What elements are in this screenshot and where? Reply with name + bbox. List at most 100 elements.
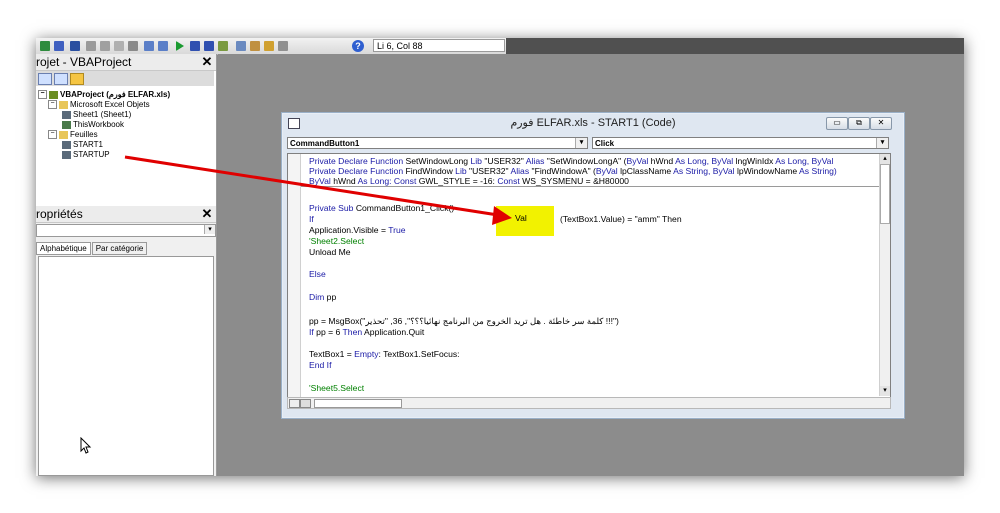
close-button[interactable]: ✕: [870, 117, 892, 130]
run-icon[interactable]: [176, 41, 184, 51]
vertical-scrollbar[interactable]: ▴ ▾: [879, 154, 890, 396]
code-line: (TextBox1.Value) = "amm" Then: [560, 214, 682, 224]
code-line: Dim pp: [309, 292, 336, 302]
view-object-icon[interactable]: [54, 73, 68, 85]
collapse-icon[interactable]: −: [38, 90, 47, 100]
design-mode-icon[interactable]: [218, 41, 228, 51]
insert-userform-icon[interactable]: [54, 41, 64, 51]
close-icon[interactable]: ✕: [201, 207, 213, 220]
tab-par-categorie[interactable]: Par catégorie: [91, 242, 148, 255]
redo-icon[interactable]: [158, 41, 168, 51]
object-combo-value: CommandButton1: [290, 139, 360, 148]
procedure-view-icon[interactable]: [289, 399, 300, 408]
collapse-icon[interactable]: −: [48, 130, 57, 140]
view-code-icon[interactable]: [38, 73, 52, 85]
find-icon[interactable]: [128, 41, 138, 51]
code-text: WS_SYSMENU = &H80000: [519, 176, 629, 186]
keyword: Empty: [354, 349, 379, 359]
chevron-down-icon[interactable]: ▾: [575, 138, 587, 148]
folder-icon: [59, 100, 68, 109]
tree-item-sheet1[interactable]: Sheet1 (Sheet1): [62, 110, 131, 120]
copy-icon[interactable]: [100, 41, 110, 51]
code-line: ByVal hWnd As Long: Const GWL_STYLE = -1…: [309, 176, 629, 186]
project-explorer-icon[interactable]: [236, 41, 246, 51]
collapse-icon[interactable]: −: [48, 100, 57, 110]
worksheet-icon: [62, 110, 71, 119]
scroll-down-icon[interactable]: ▾: [880, 386, 890, 396]
project-panel-toolbar: [36, 71, 214, 86]
keyword: Dim: [309, 292, 325, 302]
keyword: Private Sub: [309, 203, 354, 213]
object-combo[interactable]: CommandButton1 ▾: [287, 137, 588, 149]
highlighted-code-text: Val: [515, 213, 527, 223]
toggle-folders-icon[interactable]: [70, 73, 84, 85]
keyword: Lib: [455, 166, 467, 176]
tree-item-startup[interactable]: STARTUP: [62, 150, 110, 160]
tree-item-vbaproject[interactable]: − VBAProject (فورم ELFAR.xls): [38, 90, 170, 100]
restore-button[interactable]: ⧉: [848, 117, 870, 130]
code-line: Private Declare Function SetWindowLong L…: [309, 156, 833, 166]
keyword: Lib: [470, 156, 482, 166]
cut-icon[interactable]: [86, 41, 96, 51]
horizontal-scrollbar[interactable]: [287, 397, 891, 409]
toolbox-icon[interactable]: [278, 41, 288, 51]
toolbar-background-strip: [506, 38, 964, 54]
keyword: ByVal: [309, 176, 331, 186]
scroll-thumb[interactable]: [314, 399, 402, 408]
cursor-position-readout: Li 6, Col 88: [373, 39, 505, 52]
code-margin: [288, 154, 301, 397]
keyword: ByVal: [595, 166, 618, 176]
tree-item-excel-objects[interactable]: − Microsoft Excel Objets: [48, 100, 150, 110]
userform-icon: [62, 150, 71, 159]
close-icon[interactable]: ✕: [201, 55, 213, 68]
minimize-button[interactable]: ▭: [826, 117, 848, 130]
keyword: As Long, ByVal: [775, 156, 834, 166]
tree-item-label: VBAProject (فورم ELFAR.xls): [60, 90, 171, 99]
keyword: As String, ByVal: [673, 166, 735, 176]
reset-icon[interactable]: [204, 41, 214, 51]
chevron-down-icon[interactable]: ▾: [876, 138, 888, 148]
keyword: Private Declare Function: [309, 156, 404, 166]
code-line: Private Sub CommandButton1_Click(): [309, 203, 454, 213]
procedure-combo[interactable]: Click ▾: [592, 137, 889, 149]
folder-icon: [59, 130, 68, 139]
keyword: As String): [799, 166, 837, 176]
full-module-view-icon[interactable]: [300, 399, 311, 408]
scroll-thumb[interactable]: [880, 164, 890, 224]
undo-icon[interactable]: [144, 41, 154, 51]
paste-icon[interactable]: [114, 41, 124, 51]
project-explorer-panel: rojet - VBAProject ✕ − VBAProject (فورم E…: [36, 54, 217, 206]
scroll-up-icon[interactable]: ▴: [880, 154, 890, 164]
properties-tabs: Alphabétique Par catégorie: [36, 242, 148, 255]
code-line: If pp = 6 Then Application.Quit: [309, 327, 424, 337]
tree-item-feuilles[interactable]: − Feuilles: [48, 130, 98, 140]
standard-toolbar: ? Li 6, Col 88: [36, 38, 964, 55]
properties-grid[interactable]: [38, 256, 214, 476]
object-browser-icon[interactable]: [264, 41, 274, 51]
properties-window-icon[interactable]: [250, 41, 260, 51]
tree-item-thisworkbook[interactable]: ThisWorkbook: [62, 120, 124, 130]
code-text: lngWinIdx: [733, 156, 776, 166]
save-icon[interactable]: [70, 41, 80, 51]
code-editor[interactable]: Private Declare Function SetWindowLong L…: [287, 153, 891, 398]
help-icon[interactable]: ?: [352, 40, 364, 52]
code-line: pp = MsgBox("كلمة سر خاطئة . هل تريد الخ…: [309, 316, 619, 326]
break-icon[interactable]: [190, 41, 200, 51]
object-selector-combo[interactable]: ▾: [36, 224, 216, 237]
code-text: pp = 6: [313, 327, 343, 337]
code-window: فورم ELFAR.xls - START1 (Code) ▭ ⧉ ✕ Com…: [281, 112, 905, 419]
keyword: Private Declare Function: [309, 166, 404, 176]
tab-alphabetique[interactable]: Alphabétique: [36, 242, 91, 255]
tree-item-label: STARTUP: [73, 150, 110, 159]
chevron-down-icon[interactable]: ▾: [204, 225, 215, 234]
code-line: Unload Me: [309, 247, 351, 257]
code-text: "SetWindowLongA" (: [544, 156, 627, 166]
keyword: Then: [342, 327, 363, 337]
properties-panel-title: ropriétés ✕: [36, 206, 216, 223]
workbook-icon: [62, 120, 71, 129]
code-window-title: فورم ELFAR.xls - START1 (Code): [510, 117, 676, 129]
properties-panel-title-text: ropriétés: [36, 207, 83, 221]
tree-item-start1[interactable]: START1: [62, 140, 103, 150]
excel-icon[interactable]: [40, 41, 50, 51]
code-text: GWL_STYLE = -16:: [416, 176, 498, 186]
